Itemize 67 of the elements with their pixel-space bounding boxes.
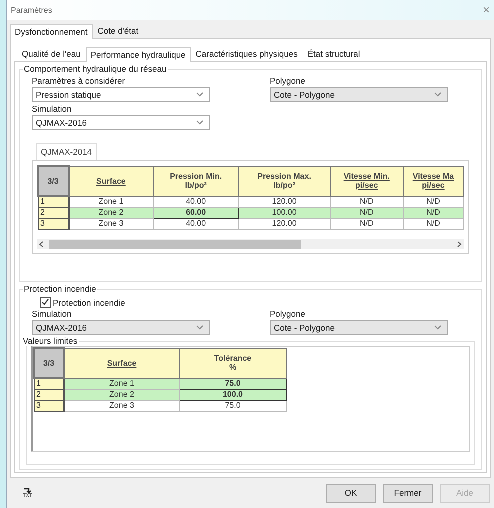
row-number: 3	[38, 218, 68, 230]
table-row[interactable]: 2 Zone 2 100.0	[34, 390, 286, 400]
table-cell: 40.00	[153, 196, 239, 208]
field-label: Simulation	[32, 104, 73, 114]
dialog-button[interactable]: Fermer	[383, 484, 433, 502]
table-row[interactable]: 1 Zone 1 40.00 120.00 N/D N/D	[38, 196, 464, 208]
chevron-icon	[196, 325, 204, 330]
table-cell: N/D	[330, 218, 404, 230]
table-cell: N/D	[330, 196, 404, 208]
table-row[interactable]: 2 Zone 2 60.00 100.00 N/D N/D	[38, 208, 464, 218]
tab[interactable]: Dysfonctionnement	[10, 24, 93, 39]
group-title: Comportement hydraulique du réseau	[23, 64, 168, 74]
dialog-button[interactable]: OK	[326, 484, 376, 502]
table-cell: Zone 1	[64, 378, 180, 390]
table-cell: 120.00	[238, 196, 330, 208]
tab[interactable]: Performance hydraulique	[86, 47, 191, 62]
group-title: Protection incendie	[23, 284, 98, 294]
chevron-icon	[434, 92, 442, 97]
table-cell: 60.00	[153, 208, 239, 218]
chevron-icon	[434, 325, 442, 330]
column-header[interactable]: Pression Min. lb/po²	[153, 166, 239, 196]
row-number: 2	[38, 208, 68, 218]
table-row[interactable]: 1 Zone 1 75.0	[34, 378, 286, 390]
row-number: 1	[34, 378, 64, 390]
tab[interactable]: Qualité de l'eau	[17, 46, 86, 61]
checkbox[interactable]	[40, 297, 51, 308]
table-cell: 100.00	[238, 208, 330, 218]
table-cell: 100.0	[180, 390, 286, 400]
table-cell: Zone 3	[64, 400, 180, 412]
table-row[interactable]: 3 Zone 3 40.00 120.00 N/D N/D	[38, 218, 464, 230]
table-cell: 120.00	[238, 218, 330, 230]
tab[interactable]: Caractéristiques physiques	[190, 46, 303, 61]
table-cell: Zone 2	[64, 390, 180, 400]
table-header: 3/3	[34, 348, 64, 378]
table-row[interactable]: 3 Zone 3 75.0	[34, 400, 286, 412]
tab[interactable]: Cote d'état	[92, 23, 144, 38]
column-header[interactable]: Surface	[68, 166, 154, 196]
row-number: 2	[34, 390, 64, 400]
table-header: 3/3	[38, 166, 68, 196]
column-header[interactable]: Surface	[64, 348, 180, 378]
table-cell: N/D	[330, 208, 404, 218]
table-cell: 40.00	[153, 218, 239, 230]
field-label: Paramètres à considérer	[32, 76, 126, 86]
dropdown[interactable]: QJMAX-2016	[32, 115, 210, 130]
horizontal-scrollbar[interactable]	[37, 239, 464, 249]
column-header[interactable]: Vitesse Ma pi/sec	[403, 166, 464, 196]
row-number: 1	[38, 196, 68, 208]
column-header[interactable]: Vitesse Min. pi/sec	[330, 166, 404, 196]
tab[interactable]: État structural	[302, 46, 366, 61]
field-label: Polygone	[270, 309, 306, 319]
checkbox-label: Protection incendie	[53, 298, 126, 308]
field-label: Simulation	[32, 309, 73, 319]
table-cell: 75.0	[180, 400, 286, 412]
table-cell: 75.0	[180, 378, 286, 390]
chevron-icon	[196, 120, 204, 125]
group-title: Valeurs limites	[22, 336, 79, 346]
scroll-left-icon[interactable]	[39, 240, 44, 248]
row-number: 3	[34, 400, 64, 412]
column-header[interactable]: Tolérance %	[180, 348, 286, 378]
tab[interactable]: QJMAX-2014	[36, 143, 98, 160]
chevron-icon	[196, 92, 204, 97]
dropdown[interactable]: Pression statique	[32, 87, 210, 102]
table-cell: N/D	[403, 196, 464, 208]
column-header[interactable]: Pression Max. lb/po²	[238, 166, 330, 196]
window-title: Paramètres	[11, 6, 52, 14]
field-label: Polygone	[270, 76, 306, 86]
scroll-right-icon[interactable]	[457, 240, 462, 248]
